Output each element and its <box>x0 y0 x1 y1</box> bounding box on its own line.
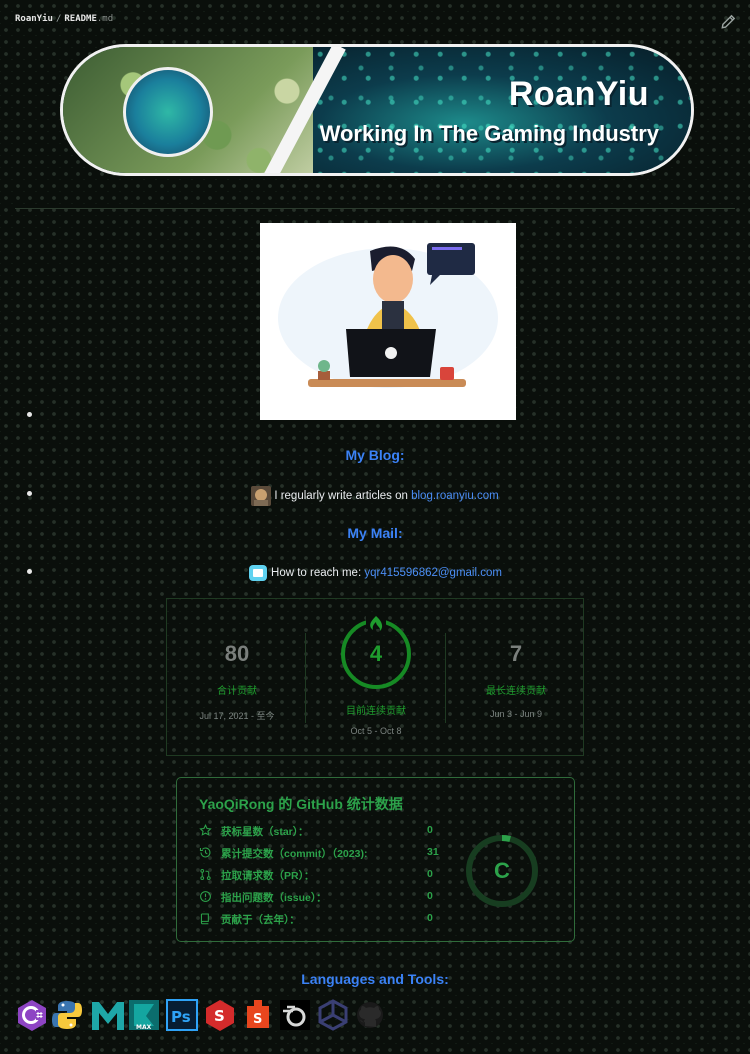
python-icon[interactable] <box>51 998 83 1032</box>
blog-avatar-icon <box>251 486 272 506</box>
maya-icon[interactable] <box>90 998 126 1032</box>
svg-text:MAX: MAX <box>136 1024 152 1031</box>
mail-icon <box>248 563 268 583</box>
star-icon <box>199 824 212 836</box>
csharp-icon[interactable] <box>16 998 48 1032</box>
stats-label: 获标星数（star）： <box>221 826 309 838</box>
current-streak-date: Oct 5 - Oct 8 <box>350 726 402 736</box>
breadcrumb-owner[interactable]: RoanYiu <box>15 14 53 24</box>
stats-value: 0 <box>427 868 433 880</box>
stats-value: 0 <box>427 824 433 836</box>
breadcrumb-ext: .md <box>96 14 114 24</box>
divider <box>15 208 735 209</box>
svg-text:S: S <box>253 1012 262 1027</box>
mail-line: How to reach me: yqr415596862@gmail.com <box>0 563 750 583</box>
current-streak-label: 目前连续贡献 <box>346 706 406 717</box>
breadcrumb-separator: / <box>55 14 62 24</box>
svg-text:S: S <box>214 1007 225 1025</box>
breadcrumb: RoanYiu / README.md <box>15 14 113 24</box>
stats-label: 贡献于（去年）： <box>221 914 300 926</box>
3dsmax-icon[interactable]: MAX <box>128 998 160 1032</box>
total-contributions-label: 合计贡献 <box>217 686 257 697</box>
total-contributions-value: 80 <box>224 641 250 666</box>
stats-value: 0 <box>427 912 433 924</box>
pull-request-icon <box>200 868 211 881</box>
longest-streak-label: 最长连续贡献 <box>486 686 546 697</box>
blog-text: I regularly write articles on <box>274 490 408 503</box>
book-icon <box>200 913 209 925</box>
longest-streak-value: 7 <box>509 641 523 666</box>
developer-illustration <box>260 223 516 420</box>
mail-text: How to reach me: <box>271 567 362 580</box>
unity-icon[interactable] <box>317 998 349 1032</box>
longest-streak-date: Jun 3 - Jun 9 <box>489 709 543 719</box>
breadcrumb-file[interactable]: README <box>64 14 97 24</box>
pencil-icon[interactable] <box>720 14 736 30</box>
stats-label: 累计提交数（commit）（2023): <box>221 848 368 860</box>
substance-painter-icon[interactable]: S <box>204 998 236 1032</box>
github-stats-card: YaoQiRong 的 GitHub 统计数据 获标星数（star）： 0 累计… <box>176 777 575 942</box>
history-icon <box>199 847 211 858</box>
issue-icon <box>200 891 211 902</box>
list-bullet <box>27 412 32 417</box>
stats-value: 0 <box>427 890 433 902</box>
stats-label: 指出问题数（issue）： <box>221 892 327 904</box>
banner-avatar-circle <box>123 67 213 157</box>
total-contributions-date: Jul 17, 2021 - 至今 <box>199 711 275 721</box>
current-streak-value: 4 <box>369 641 383 666</box>
blog-line: I regularly write articles on blog.roany… <box>0 486 750 506</box>
blender-icon[interactable] <box>279 998 311 1032</box>
rank-letter: C <box>494 858 510 883</box>
banner-name: RoanYiu <box>508 75 649 113</box>
svg-text:Ps: Ps <box>171 1008 191 1026</box>
streak-card: 80 合计贡献 Jul 17, 2021 - 至今 4 目前连续贡献 Oct 5… <box>166 598 584 756</box>
github-icon[interactable] <box>354 998 386 1032</box>
blog-link[interactable]: blog.roanyiu.com <box>411 490 499 502</box>
photoshop-icon[interactable]: Ps <box>166 998 198 1032</box>
blog-heading: My Blog: <box>345 447 405 463</box>
banner-subtitle: Working In The Gaming Industry <box>319 121 659 146</box>
stats-value: 31 <box>427 846 439 858</box>
substance-designer-icon[interactable]: S <box>242 998 274 1032</box>
header-banner: RoanYiu Working In The Gaming Industry <box>60 44 694 176</box>
tools-heading: Languages and Tools: <box>301 971 449 987</box>
stats-title: YaoQiRong 的 GitHub 统计数据 <box>199 796 403 812</box>
mail-heading: My Mail: <box>347 525 403 541</box>
stats-label: 拉取请求数（PR）： <box>221 870 315 882</box>
mail-link[interactable]: yqr415596862@gmail.com <box>364 567 502 579</box>
